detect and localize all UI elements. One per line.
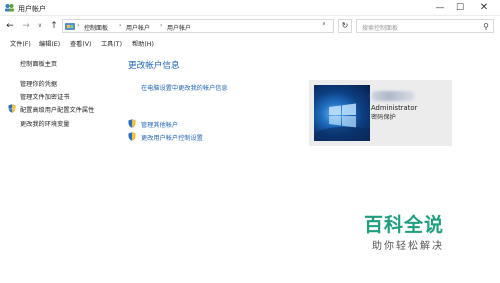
sidebar-advanced-profile-properties[interactable]: 配置高级用户配置文件属性 <box>20 105 94 114</box>
account-status: 密码保护 <box>371 114 396 121</box>
account-card: Administrator 密码保护 <box>309 80 452 146</box>
recent-locations-button[interactable]: ∨ <box>34 20 46 32</box>
change-account-in-settings-link[interactable]: 在电脑设置中更改我的帐户信息 <box>141 83 228 92</box>
sidebar-manage-encryption-certs[interactable]: 管理文件加密证书 <box>20 92 70 101</box>
menu-bar: 文件(F) 编辑(E) 查看(V) 工具(T) 帮助(H) <box>0 37 500 50</box>
breadcrumb-user-accounts[interactable]: 用户帐户 <box>126 23 150 32</box>
manage-other-accounts-link[interactable]: 管理其他帐户 <box>141 120 178 129</box>
page-title: 更改帐户信息 <box>128 61 180 71</box>
uac-shield-icon <box>128 132 136 141</box>
watermark-title: 百科全说 <box>364 214 445 236</box>
uac-shield-icon <box>128 119 136 128</box>
address-row: ← → ∨ ↑ › 控制面板 › 用户帐户 › 用户帐户 ∨ ↻ 搜索控制面板 … <box>0 16 500 36</box>
title-bar: 用户帐户 — ☐ ✕ <box>0 0 500 16</box>
windows-logo-icon <box>314 103 370 141</box>
redacted-name <box>371 91 415 101</box>
change-uac-settings-link[interactable]: 更改用户帐户控制设置 <box>141 133 203 142</box>
breadcrumb-control-panel[interactable]: 控制面板 <box>84 23 108 32</box>
refresh-button[interactable]: ↻ <box>338 19 352 33</box>
search-input[interactable]: 搜索控制面板 ⚲ <box>356 19 494 33</box>
address-bar[interactable]: › 控制面板 › 用户帐户 › 用户帐户 <box>62 19 334 33</box>
menu-view[interactable]: 查看(V) <box>70 39 91 48</box>
breadcrumb-separator: › <box>77 22 80 29</box>
maximize-button[interactable]: ☐ <box>448 0 472 16</box>
menu-edit[interactable]: 编辑(E) <box>39 39 60 48</box>
breadcrumb-user-accounts-current[interactable]: 用户帐户 <box>167 23 191 32</box>
sidebar-manage-credentials[interactable]: 管理你的凭据 <box>20 79 57 88</box>
account-picture[interactable] <box>314 85 370 141</box>
window-title: 用户帐户 <box>18 5 46 13</box>
breadcrumb-separator: › <box>160 22 163 29</box>
menu-file[interactable]: 文件(F) <box>10 39 31 48</box>
back-button[interactable]: ← <box>4 20 16 32</box>
search-icon[interactable]: ⚲ <box>483 22 489 31</box>
uac-shield-icon <box>8 104 16 113</box>
up-button[interactable]: ↑ <box>48 20 60 32</box>
menu-tools[interactable]: 工具(T) <box>101 39 122 48</box>
menu-help[interactable]: 帮助(H) <box>132 39 154 48</box>
forward-button[interactable]: → <box>20 20 32 32</box>
sidebar-control-panel-home[interactable]: 控制面板主页 <box>20 59 57 68</box>
breadcrumb-separator: › <box>119 22 122 29</box>
watermark-subtitle: 助你轻松解决 <box>372 241 444 252</box>
sidebar-environment-variables[interactable]: 更改我的环境变量 <box>20 119 70 128</box>
account-name: Administrator <box>371 104 418 112</box>
control-panel-icon <box>65 23 75 30</box>
search-placeholder: 搜索控制面板 <box>362 25 399 32</box>
user-accounts-icon <box>5 4 14 12</box>
close-button[interactable]: ✕ <box>472 0 496 16</box>
address-dropdown-icon[interactable]: ∨ <box>322 21 326 27</box>
